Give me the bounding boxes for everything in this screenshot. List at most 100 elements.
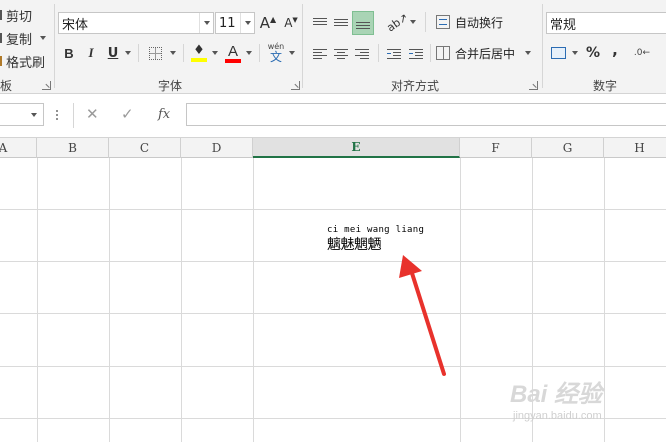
merge-center-label: 合并后居中 (455, 46, 516, 61)
phonetic-guide-button[interactable]: wén 文 (266, 41, 286, 65)
column-header-d[interactable]: D (181, 138, 253, 158)
column-header-a[interactable]: A (0, 138, 37, 158)
borders-button[interactable] (147, 45, 163, 61)
middle-align-button[interactable] (331, 11, 351, 33)
increase-indent-button[interactable] (406, 43, 426, 63)
format-painter-button[interactable]: 格式刷 (0, 52, 46, 71)
italic-label: I (88, 45, 94, 60)
orientation-button[interactable]: ab↗ (383, 10, 411, 34)
cancel-icon[interactable]: ✕ (86, 105, 99, 123)
clipboard-group-label: 板 (0, 79, 13, 93)
increase-font-size-button[interactable]: A▲ (258, 13, 278, 33)
divider (73, 103, 74, 128)
column-header-h[interactable]: H (604, 138, 666, 158)
divider (378, 44, 379, 62)
chevron-down-icon (40, 36, 47, 40)
chevron-down-icon[interactable] (125, 51, 131, 55)
align-left-icon (313, 48, 327, 59)
align-right-button[interactable] (352, 43, 372, 63)
divider (430, 44, 431, 62)
font-dialog-launcher-icon[interactable] (291, 81, 300, 90)
fill-color-swatch (191, 58, 207, 62)
copy-label: 复制 (6, 32, 33, 48)
chevron-down-icon[interactable] (410, 20, 416, 24)
middle-align-icon (334, 17, 348, 28)
chevron-down-icon[interactable] (525, 51, 532, 55)
column-header-e[interactable]: E (253, 138, 460, 158)
merge-center-button[interactable]: 合并后居中 (436, 43, 532, 63)
column-header-g[interactable]: G (532, 138, 604, 158)
decrease-font-size-button[interactable]: A▼ (281, 13, 301, 33)
comma-style-button[interactable]: , (608, 40, 622, 60)
divider (259, 44, 260, 62)
alignment-dialog-launcher-icon[interactable] (529, 81, 538, 90)
watermark-brand: Bai 经验 (510, 381, 603, 408)
chevron-down-icon[interactable] (246, 51, 252, 55)
currency-icon (550, 47, 566, 59)
font-size-dropdown[interactable]: 11 (215, 12, 255, 34)
align-center-button[interactable] (331, 43, 351, 63)
bottom-align-button[interactable] (352, 11, 374, 35)
column-header-c[interactable]: C (109, 138, 181, 158)
increase-indent-icon (409, 48, 423, 59)
comma-label: , (612, 41, 618, 59)
column-header-b[interactable]: B (37, 138, 109, 158)
merge-cells-icon (436, 46, 450, 60)
chevron-down-icon[interactable] (240, 13, 254, 33)
number-format-value: 常规 (550, 17, 577, 33)
chevron-down-icon[interactable] (31, 113, 37, 117)
insert-function-button[interactable]: fx (158, 107, 170, 122)
text-orientation-icon: ab↗ (383, 10, 411, 34)
top-align-button[interactable] (310, 11, 330, 33)
borders-icon (148, 46, 162, 60)
copy-button[interactable]: 复制 (0, 29, 47, 48)
column-headers: A B C D E F G H (0, 138, 666, 158)
clipboard-dialog-launcher-icon[interactable] (42, 81, 51, 90)
column-header-f[interactable]: F (460, 138, 532, 158)
decrease-indent-icon (387, 48, 401, 59)
grow-font-icon: A▲ (259, 14, 277, 32)
ribbon: 剪切 复制 格式刷 板 宋体 11 A▲ A▼ B I U ♦ A wén 文 … (0, 0, 666, 94)
cut-button[interactable]: 剪切 (0, 6, 33, 25)
divider (138, 44, 139, 62)
bottom-align-icon (356, 18, 370, 29)
fill-color-button[interactable]: ♦ (190, 42, 208, 64)
chevron-down-icon[interactable] (199, 13, 213, 33)
brush-icon (0, 56, 4, 66)
font-color-glyph: A (227, 42, 238, 60)
font-name-dropdown[interactable]: 宋体 (58, 12, 214, 34)
cut-label: 剪切 (6, 9, 33, 25)
underline-button[interactable]: U (104, 43, 122, 63)
italic-button[interactable]: I (82, 43, 100, 63)
phonetic-character: 文 (269, 50, 282, 64)
accounting-format-button[interactable] (548, 43, 568, 63)
formula-input[interactable] (186, 103, 666, 126)
scissors-icon (0, 10, 4, 20)
align-left-button[interactable] (310, 43, 330, 63)
group-divider (302, 4, 303, 88)
wrap-text-button[interactable]: 自动换行 (436, 12, 503, 32)
enter-check-icon[interactable]: ✓ (121, 105, 134, 123)
increase-decimal-button[interactable]: .0← (632, 43, 652, 63)
decrease-indent-button[interactable] (384, 43, 404, 63)
copy-icon (0, 33, 4, 43)
format-painter-label: 格式刷 (6, 55, 46, 71)
alignment-group-label: 对齐方式 (390, 79, 439, 93)
bold-button[interactable]: B (60, 43, 78, 63)
name-box[interactable] (0, 103, 44, 126)
percent-style-button[interactable]: % (584, 43, 602, 63)
paint-bucket-icon: ♦ (193, 43, 205, 58)
shrink-font-icon: A▼ (284, 16, 298, 30)
font-color-button[interactable]: A (224, 42, 242, 64)
number-format-dropdown[interactable]: 常规 (546, 12, 666, 34)
formula-bar: ✕ ✓ fx (0, 94, 666, 138)
watermark-url: jingyan.baidu.com (513, 410, 602, 422)
increase-decimal-icon: .0← (633, 48, 651, 58)
more-options-icon[interactable] (56, 109, 58, 121)
chevron-down-icon[interactable] (289, 51, 295, 55)
percent-label: % (585, 45, 601, 61)
chevron-down-icon[interactable] (572, 51, 578, 55)
chevron-down-icon[interactable] (212, 51, 218, 55)
divider (183, 44, 184, 62)
chevron-down-icon[interactable] (170, 51, 176, 55)
